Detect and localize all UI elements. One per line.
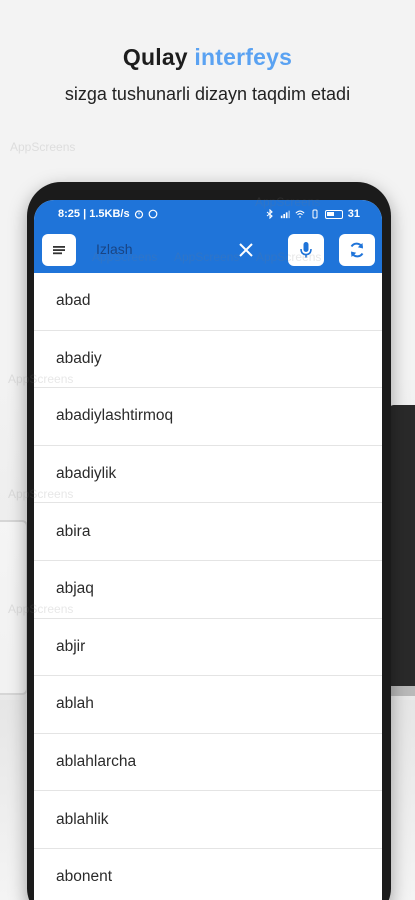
search-toolbar [34, 232, 382, 268]
search-input[interactable] [96, 236, 226, 262]
close-icon [239, 243, 253, 257]
watermark: AppScreens [10, 140, 76, 154]
promo-title-part2: interfeys [194, 44, 293, 70]
background-glass [0, 520, 28, 695]
list-item[interactable]: abjir [34, 619, 382, 677]
menu-icon [53, 246, 65, 255]
menu-button[interactable] [42, 234, 76, 266]
sync-icon [350, 242, 364, 258]
background-laptop [388, 405, 415, 690]
list-item[interactable]: abadiylik [34, 446, 382, 504]
status-time: 8:25 | 1.5KB/s [58, 208, 130, 220]
list-item[interactable]: ablahlik [34, 791, 382, 849]
app-screen: 8:25 | 1.5KB/s 31 Izlash abad abadiy aba… [34, 200, 382, 900]
list-item[interactable]: abjaq [34, 561, 382, 619]
microphone-icon [300, 242, 312, 258]
app-bar: 8:25 | 1.5KB/s 31 Izlash [34, 200, 382, 273]
list-item[interactable]: abadiylashtirmoq [34, 388, 382, 446]
promo-title: Qulay interfeys [0, 44, 415, 71]
list-item[interactable]: ablahlarcha [34, 734, 382, 792]
word-list: abad abadiy abadiylashtirmoq abadiylik a… [34, 273, 382, 900]
clear-search-button[interactable] [234, 238, 258, 262]
list-item[interactable]: abadiy [34, 331, 382, 389]
bluetooth-icon [266, 209, 273, 219]
list-item[interactable]: abira [34, 503, 382, 561]
hotspot-icon [312, 209, 318, 219]
list-item[interactable]: ablah [34, 676, 382, 734]
promo-title-part1: Qulay [122, 44, 188, 70]
promo-subtitle: sizga tushunarli dizayn taqdim etadi [64, 84, 351, 104]
list-item[interactable]: abad [34, 273, 382, 331]
alarm-icon [134, 210, 143, 219]
list-item[interactable]: abonent [34, 849, 382, 900]
status-bar: 8:25 | 1.5KB/s 31 [34, 207, 382, 223]
wifi-icon [295, 210, 305, 218]
battery-level: 31 [347, 208, 360, 220]
sync-button[interactable] [339, 234, 375, 266]
voice-search-button[interactable] [288, 234, 324, 266]
signal-icon [280, 210, 290, 219]
battery-icon [324, 209, 343, 219]
clock-icon [148, 209, 157, 219]
